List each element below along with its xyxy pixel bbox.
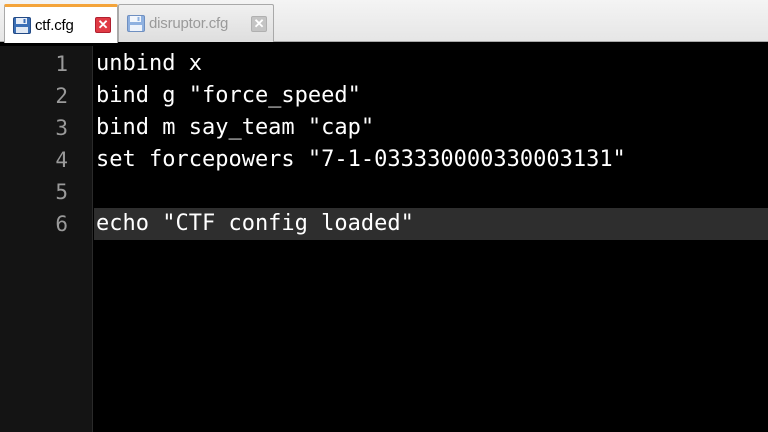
line-number: 6 — [55, 212, 68, 236]
save-icon — [13, 16, 31, 34]
line-number-gutter: 1 2 3 4 5 6 — [0, 46, 93, 432]
code-line[interactable]: unbind x — [96, 48, 768, 80]
tab-ctf-cfg[interactable]: ctf.cfg ✕ — [4, 4, 118, 43]
code-line[interactable]: set forcepowers "7-1-033330000330003131" — [96, 144, 768, 176]
code-editor[interactable]: 1 2 3 4 5 6 unbind x bind g "force_speed… — [0, 46, 768, 432]
close-icon[interactable]: ✕ — [251, 15, 267, 32]
code-line[interactable]: echo "CTF config loaded" — [96, 208, 768, 240]
code-line[interactable] — [96, 176, 768, 208]
close-icon[interactable]: ✕ — [95, 17, 111, 33]
line-number: 1 — [55, 52, 68, 76]
line-number: 3 — [55, 116, 68, 140]
code-line[interactable]: bind m say_team "cap" — [96, 112, 768, 144]
tab-disruptor-cfg[interactable]: disruptor.cfg ✕ — [118, 4, 274, 42]
line-number: 5 — [55, 180, 68, 204]
tab-bar: ctf.cfg ✕ disruptor.cfg ✕ — [0, 0, 768, 43]
tab-label: ctf.cfg — [35, 16, 74, 34]
line-number: 2 — [55, 84, 68, 108]
save-icon — [127, 15, 145, 32]
tab-label: disruptor.cfg — [149, 15, 229, 32]
code-line[interactable]: bind g "force_speed" — [96, 80, 768, 112]
line-number: 4 — [55, 148, 68, 172]
